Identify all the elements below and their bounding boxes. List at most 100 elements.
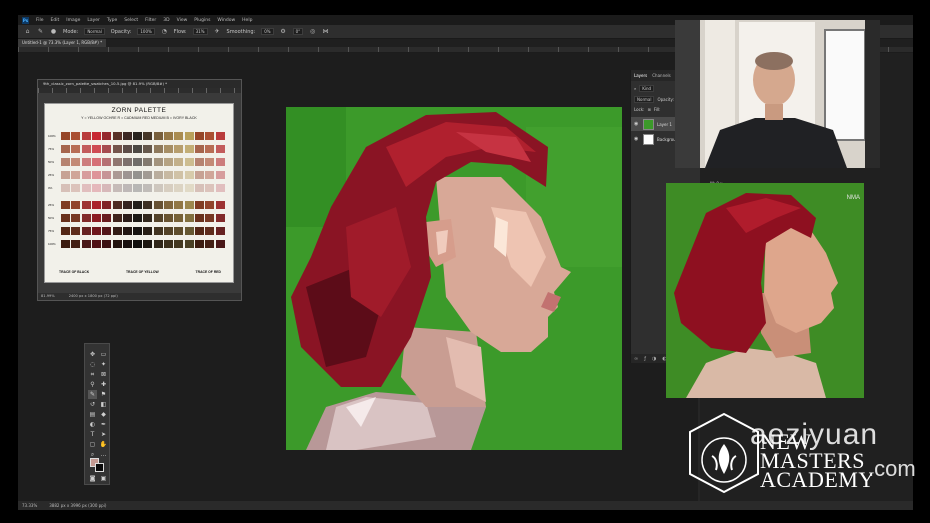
menu-3d[interactable]: 3D [163,18,169,23]
zorn-swatch [81,171,91,179]
angle-field[interactable]: 0° [292,28,304,35]
layer-kind-select[interactable]: Kind [639,84,655,92]
zorn-swatch [153,132,163,140]
pen-tool-icon[interactable]: ✒ [99,420,108,429]
healing-tool-icon[interactable]: ✚ [99,380,108,389]
zorn-zoom[interactable]: 81.99% [41,293,55,300]
blur-tool-icon[interactable]: ◆ [99,410,108,419]
crop-tool-icon[interactable]: ⌗ [88,370,97,379]
opacity-field[interactable]: 100% [137,28,155,35]
mode-select[interactable]: Normal [84,28,105,35]
photoshop-logo-icon: Ps [22,16,29,24]
dodge-tool-icon[interactable]: ◐ [88,420,97,429]
menu-file[interactable]: File [36,18,44,23]
zorn-swatch [71,158,81,166]
menu-select[interactable]: Select [124,18,138,23]
document-tab[interactable]: Untitled-1 @ 73.3% (Layer 1, RGB/8#) * [18,39,107,47]
zoom-readout[interactable]: 73.33% [22,503,37,508]
menu-window[interactable]: Window [217,18,235,23]
smoothing-field[interactable]: 0% [261,28,274,35]
menu-help[interactable]: Help [242,18,252,23]
zorn-swatch [215,158,225,166]
zorn-swatch [133,145,143,153]
zorn-swatch [143,132,153,140]
lock-row: Lock: ⊞ Fill: [634,105,661,113]
zorn-palette-window[interactable]: 9th_classic_zorn_palette_swatches_10-5.j… [37,79,242,301]
zorn-swatch [205,145,215,153]
frame-tool-icon[interactable]: ⊠ [99,370,108,379]
menu-filter[interactable]: Filter [145,18,156,23]
menu-plugins[interactable]: Plugins [194,18,210,23]
zorn-swatch [81,158,91,166]
menu-type[interactable]: Type [107,18,117,23]
zorn-swatch [122,158,132,166]
pressure-opacity-icon[interactable]: ◔ [161,28,168,35]
zorn-swatch [112,201,122,209]
background-color-swatch[interactable] [95,463,104,472]
menu-layer[interactable]: Layer [87,18,100,23]
main-painting-canvas[interactable] [286,107,622,450]
lock-icon[interactable]: ⊞ [647,107,650,112]
zorn-swatch [133,132,143,140]
zorn-swatch [81,145,91,153]
brush-icon[interactable]: ✎ [37,28,44,35]
brush-preset-icon[interactable]: ● [50,28,57,35]
zorn-palette-card: ZORN PALETTE Y = YELLOW OCHRE R = CADMIU… [44,103,234,283]
lasso-tool-icon[interactable]: ◌ [88,360,97,369]
zorn-swatch [153,240,163,248]
pressure-size-icon[interactable]: ◎ [309,28,316,35]
symmetry-icon[interactable]: ⋈ [322,28,329,35]
menu-image[interactable]: Image [66,18,80,23]
zorn-swatch [215,184,225,192]
tab-channels[interactable]: Channels [652,73,671,78]
zorn-swatch [194,240,204,248]
zorn-swatch [71,132,81,140]
mask-icon[interactable]: ◑ [652,356,656,362]
move-tool-icon[interactable]: ✥ [88,350,97,359]
quick-mask-icon[interactable]: ◙ [88,474,97,483]
zorn-swatch [102,145,112,153]
zorn-swatch [194,201,204,209]
text-tool-icon[interactable]: T [88,430,97,439]
history-brush-tool-icon[interactable]: ↺ [88,400,97,409]
tab-layers[interactable]: Layers [634,73,647,78]
quick-select-tool-icon[interactable]: ✦ [99,360,108,369]
zorn-swatch [184,227,194,235]
clone-stamp-tool-icon[interactable]: ⚑ [99,390,108,399]
gradient-tool-icon[interactable]: ▤ [88,410,97,419]
eye-icon[interactable]: ◉ [634,121,640,127]
zorn-swatch [102,240,112,248]
flow-field[interactable]: 31% [192,28,208,35]
eyedropper-tool-icon[interactable]: ⚲ [88,380,97,389]
layer-thumbnail [643,133,654,145]
airbrush-icon[interactable]: ✈ [214,28,221,35]
menu-edit[interactable]: Edit [51,18,60,23]
fx-icon[interactable]: ƒ [644,356,646,362]
zorn-window-title[interactable]: 9th_classic_zorn_palette_swatches_10-5.j… [38,80,241,88]
webcam-overlay [675,20,880,168]
zorn-swatch [102,132,112,140]
zorn-swatch [174,145,184,153]
link-icon[interactable]: ∞ [634,356,638,362]
marquee-tool-icon[interactable]: ▭ [99,350,108,359]
eye-icon[interactable]: ◉ [634,136,640,142]
brush-tool-icon[interactable]: ✎ [88,390,97,399]
screen-mode-icon[interactable]: ▣ [99,474,108,483]
zorn-row-label: 100% [48,242,56,246]
home-icon[interactable]: ⌂ [24,28,31,35]
blend-mode-select[interactable]: Normal [634,95,655,103]
hand-tool-icon[interactable]: ✋ [99,440,108,449]
zorn-swatch [194,214,204,222]
zorn-swatch [143,240,153,248]
zorn-swatch [194,132,204,140]
path-select-tool-icon[interactable]: ➤ [99,430,108,439]
shape-tool-icon[interactable]: ▢ [88,440,97,449]
search-icon[interactable]: ⌕ [634,86,636,91]
zorn-swatch [102,227,112,235]
eraser-tool-icon[interactable]: ◧ [99,400,108,409]
gear-icon[interactable]: ⚙ [280,28,287,35]
zorn-swatch [61,132,70,140]
more-tools-icon[interactable]: … [99,450,108,459]
zorn-swatch [143,227,153,235]
menu-view[interactable]: View [177,18,188,23]
